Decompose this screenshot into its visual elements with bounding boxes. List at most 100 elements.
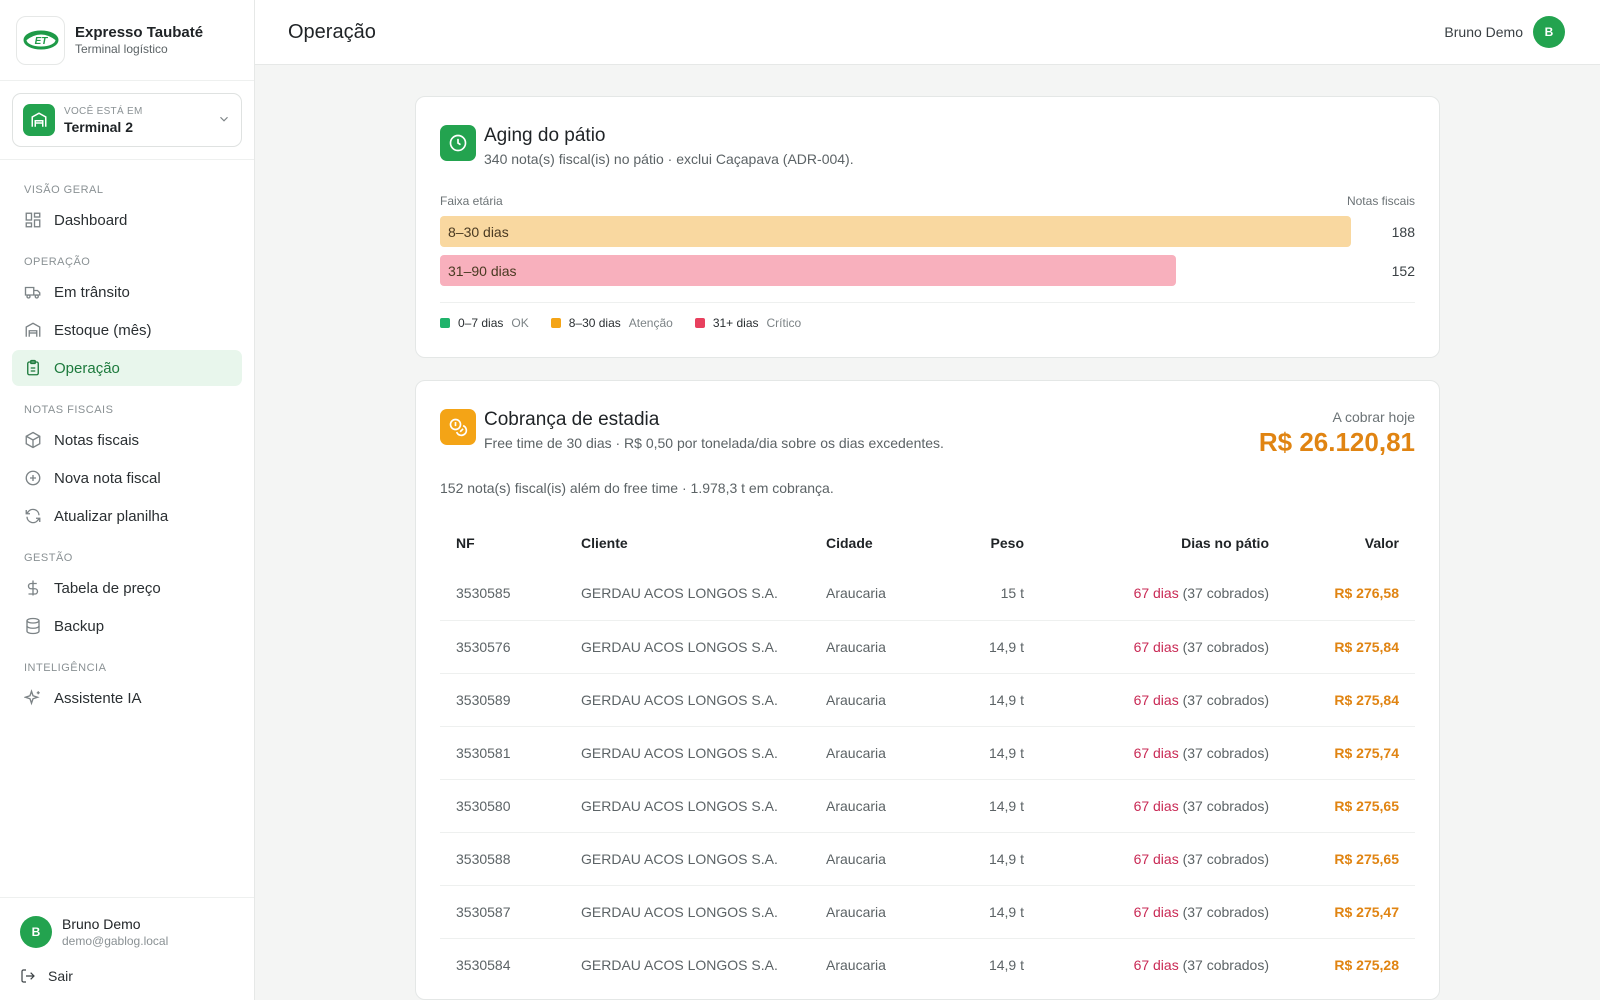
package-icon — [24, 431, 42, 449]
sidebar-item-label: Tabela de preço — [54, 579, 161, 597]
top-user-menu[interactable]: Bruno Demo B — [1444, 16, 1565, 48]
legend-status: Atenção — [628, 316, 673, 330]
cell-value: R$ 275,74 — [1285, 725, 1415, 779]
column-header-valor[interactable]: Valor — [1285, 519, 1415, 567]
days-value: 67 dias — [1133, 903, 1179, 920]
sidebar-item-tabela-preco[interactable]: Tabela de preço — [12, 570, 242, 606]
column-header-dias[interactable]: Dias no pátio — [1040, 519, 1285, 567]
main: Operação Bruno Demo B Aging do pátio 340… — [255, 0, 1600, 1000]
bar-label: 31–90 dias — [448, 262, 517, 279]
cell-client: GERDAU ACOS LONGOS S.A. — [565, 831, 810, 885]
table-row[interactable]: 3530581 GERDAU ACOS LONGOS S.A. Araucaria 1… — [440, 725, 1415, 779]
cell-days: 67 dias (37 cobrados) — [1040, 619, 1285, 673]
chevron-down-icon — [217, 112, 231, 129]
cell-city: Araucaria — [810, 831, 940, 885]
days-value: 67 dias — [1133, 797, 1179, 814]
billing-table: NF Cliente Cidade Peso Dias no pátio Val… — [440, 519, 1415, 991]
bar-label: 8–30 dias — [448, 223, 509, 240]
sidebar-nav: VISÃO GERAL Dashboard OPERAÇÃO Em trânsi… — [0, 160, 254, 897]
logout-button[interactable]: Sair — [20, 968, 234, 984]
dollar-icon — [24, 579, 42, 597]
legend-status: Crítico — [766, 316, 802, 330]
cell-city: Araucaria — [810, 725, 940, 779]
sidebar-item-dashboard[interactable]: Dashboard — [12, 202, 242, 238]
brand-name: Expresso Taubaté — [75, 24, 204, 41]
sidebar-item-label: Operação — [54, 359, 120, 377]
logout-icon — [20, 968, 36, 984]
aging-card: Aging do pátio 340 nota(s) fiscal(is) no… — [415, 96, 1440, 358]
cell-value: R$ 275,65 — [1285, 778, 1415, 832]
nav-section-title: INTELIGÊNCIA — [24, 662, 107, 674]
table-row[interactable]: 3530576 GERDAU ACOS LONGOS S.A. Araucaria 1… — [440, 619, 1415, 673]
legend-range: 0–7 dias — [458, 316, 504, 330]
table-row[interactable]: 3530589 GERDAU ACOS LONGOS S.A. Araucaria 1… — [440, 672, 1415, 726]
sidebar-item-nova-nota[interactable]: Nova nota fiscal — [12, 460, 242, 496]
aging-subtitle: 340 nota(s) fiscal(is) no pátio · exclui… — [484, 151, 854, 167]
days-charged: (37 cobrados) — [1182, 850, 1269, 867]
database-icon — [24, 617, 42, 635]
table-row[interactable]: 3530587 GERDAU ACOS LONGOS S.A. Araucaria 1… — [440, 884, 1415, 938]
sidebar-item-atualizar-planilha[interactable]: Atualizar planilha — [12, 498, 242, 534]
column-header-cidade[interactable]: Cidade — [810, 519, 940, 567]
sidebar-item-label: Atualizar planilha — [54, 507, 169, 525]
days-charged: (37 cobrados) — [1182, 638, 1269, 655]
table-row[interactable]: 3530584 GERDAU ACOS LONGOS S.A. Araucaria 1… — [440, 937, 1415, 991]
user-email: demo@gablog.local — [62, 934, 169, 948]
sidebar-item-operacao[interactable]: Operação — [12, 350, 242, 386]
sidebar-item-label: Em trânsito — [54, 283, 130, 301]
clipboard-icon — [24, 359, 42, 377]
cell-client: GERDAU ACOS LONGOS S.A. — [565, 672, 810, 726]
cell-weight: 14,9 t — [940, 672, 1040, 726]
cell-value: R$ 276,58 — [1334, 585, 1399, 602]
legend-status: OK — [511, 316, 529, 330]
cell-city: Araucaria — [810, 778, 940, 832]
avatar: B — [20, 916, 52, 948]
legend-swatch — [440, 318, 450, 328]
sidebar-item-label: Notas fiscais — [54, 431, 140, 449]
sidebar-item-label: Estoque (mês) — [54, 321, 152, 339]
charge-label: A cobrar hoje — [1332, 409, 1416, 425]
cell-nf: 3530584 — [440, 937, 565, 991]
nav-section-title: OPERAÇÃO — [24, 256, 91, 268]
days-charged: (37 cobrados) — [1182, 956, 1269, 973]
sidebar-item-label: Backup — [54, 617, 105, 635]
cell-client: GERDAU ACOS LONGOS S.A. — [581, 585, 778, 602]
cell-city: Araucaria — [810, 937, 940, 991]
sidebar-item-notas-fiscais[interactable]: Notas fiscais — [12, 422, 242, 458]
cell-weight: 14,9 t — [940, 884, 1040, 938]
legend-range: 31+ dias — [712, 316, 759, 330]
sidebar-item-em-transito[interactable]: Em trânsito — [12, 274, 242, 310]
table-row[interactable]: 3530580 GERDAU ACOS LONGOS S.A. Araucaria 1… — [440, 778, 1415, 832]
table-row[interactable]: 3530585 GERDAU ACOS LONGOS S.A. Araucaria 1… — [440, 567, 1415, 620]
nav-section-title: NOTAS FISCAIS — [24, 404, 114, 416]
legend-item: 0–7 dias OK — [440, 316, 529, 330]
days-value: 67 dias — [1133, 956, 1179, 973]
column-header-nf[interactable]: NF — [440, 519, 565, 567]
days-value: 67 dias — [1133, 691, 1179, 708]
bar-31-90-dias: 31–90 dias — [440, 255, 1176, 286]
cell-days: 67 dias (37 cobrados) — [1040, 937, 1285, 991]
column-header-cliente[interactable]: Cliente — [565, 519, 810, 567]
brand-subtitle: Terminal logístico — [75, 42, 168, 56]
terminal-selector[interactable]: VOCÊ ESTÁ EM Terminal 2 — [12, 93, 242, 147]
cell-days: 67 dias (37 cobrados) — [1040, 831, 1285, 885]
svg-text:ET: ET — [34, 36, 48, 47]
sidebar-item-assistente-ia[interactable]: Assistente IA — [12, 680, 242, 716]
cell-value: R$ 275,28 — [1285, 937, 1415, 991]
cell-value: R$ 275,84 — [1285, 619, 1415, 673]
top-user-name: Bruno Demo — [1444, 24, 1523, 40]
cell-client: GERDAU ACOS LONGOS S.A. — [565, 725, 810, 779]
column-header-peso[interactable]: Peso — [940, 519, 1040, 567]
days-value: 67 dias — [1133, 638, 1179, 655]
sidebar-item-backup[interactable]: Backup — [12, 608, 242, 644]
cell-weight: 14,9 t — [940, 725, 1040, 779]
days-charged: (37 cobrados) — [1182, 797, 1269, 814]
terminal-caption: VOCÊ ESTÁ EM — [64, 105, 143, 117]
days-value: 67 dias — [1133, 850, 1179, 867]
sidebar-item-estoque[interactable]: Estoque (mês) — [12, 312, 242, 348]
table-row[interactable]: 3530588 GERDAU ACOS LONGOS S.A. Araucaria 1… — [440, 831, 1415, 885]
days-charged: (37 cobrados) — [1182, 744, 1269, 761]
brand: ET Expresso Taubaté Terminal logístico — [0, 0, 254, 81]
cell-nf: 3530587 — [440, 884, 565, 938]
cell-nf: 3530588 — [440, 831, 565, 885]
